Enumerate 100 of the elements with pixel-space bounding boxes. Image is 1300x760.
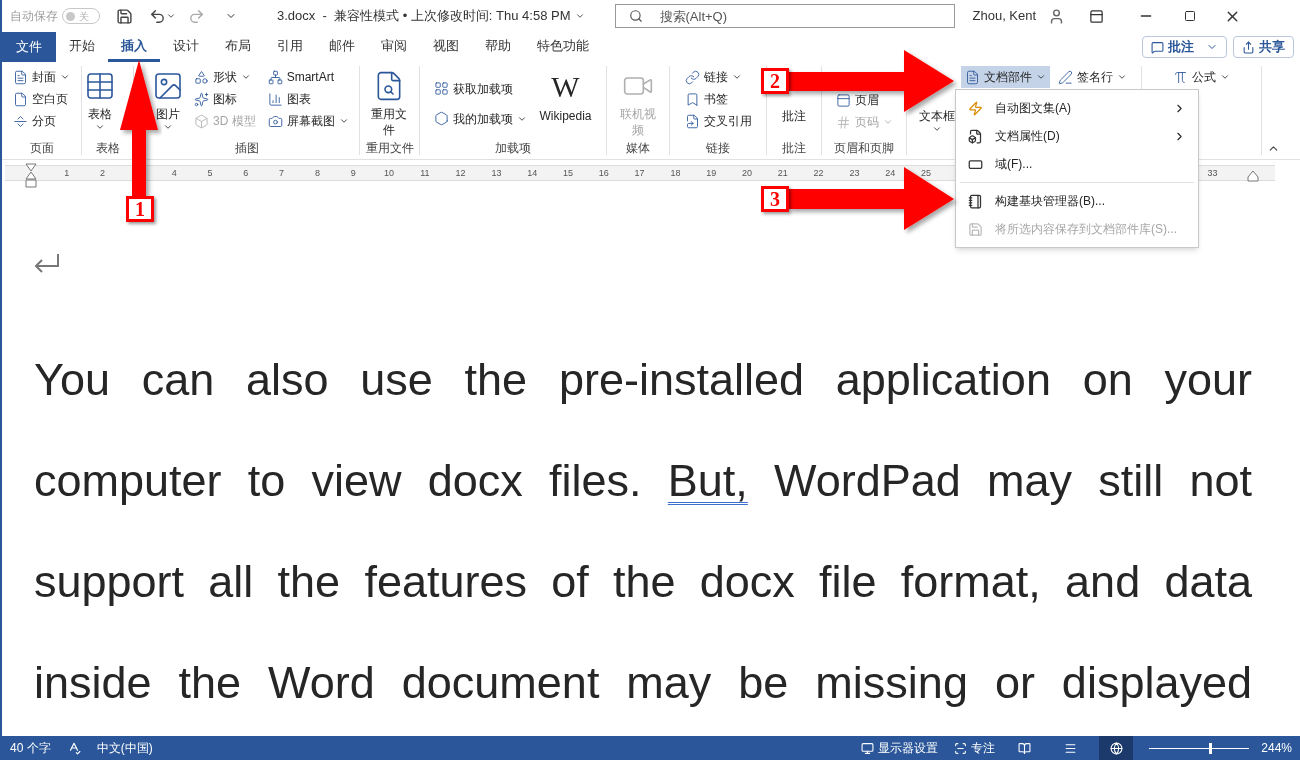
ribbon-button[interactable]: 我的加载项 (430, 107, 532, 130)
paragraph-line: support all the features of the docx file format, and data (34, 559, 1252, 604)
ribbon-button[interactable]: 链接 (680, 66, 756, 88)
ribbon-tab[interactable]: 特色功能 (524, 32, 602, 62)
bar-chart-icon (267, 91, 283, 107)
paragraph-line: You can also use the pre-installed application on your (34, 357, 1252, 402)
paragraph-line: computer to view docx files. But, WordPad may still not (34, 458, 1252, 503)
ribbon-button[interactable]: 图片 (150, 66, 186, 132)
ruler-number: 9 (350, 167, 356, 180)
shapes-icon (194, 69, 209, 85)
notebook-icon (968, 193, 983, 209)
ribbon-button[interactable]: 签名行 (1054, 66, 1131, 88)
ribbon-tab[interactable]: 设计 (160, 32, 212, 62)
ribbon-tab[interactable]: 帮助 (472, 32, 524, 62)
ruler-number: 2 (100, 167, 106, 180)
ribbon-tab[interactable]: 视图 (420, 32, 472, 62)
language[interactable]: 中文(中国) (96, 739, 153, 757)
ruler-number: 14 (527, 167, 538, 180)
share-button[interactable]: 共享 (1233, 36, 1294, 58)
ribbon-tab[interactable]: 插入 (108, 32, 160, 62)
ribbon-tab[interactable]: 审阅 (368, 32, 420, 62)
step-number: 3 (761, 186, 789, 212)
grid-icon (434, 81, 450, 96)
ribbon-button[interactable]: 文本框 (917, 100, 957, 134)
menu-item[interactable]: 域(F)... (956, 150, 1198, 178)
caret-icon (882, 117, 893, 127)
undo-icon[interactable] (149, 7, 166, 25)
comments-button[interactable]: 批注 (1142, 36, 1227, 58)
file-tab[interactable]: 文件 (2, 32, 56, 62)
ribbon-button[interactable]: 文档部件 (961, 66, 1050, 88)
ribbon-button[interactable]: 屏幕截图 (263, 110, 353, 132)
page-break-icon (13, 113, 28, 129)
ribbon-button[interactable]: 图标 (190, 88, 260, 110)
zoom-slider[interactable] (1149, 742, 1250, 754)
ruler-number: 17 (634, 167, 645, 180)
group-label: 媒体 (625, 141, 651, 155)
ribbon-tab[interactable]: 布局 (212, 32, 264, 62)
ribbon-button[interactable]: 交叉引用 (680, 110, 756, 132)
caret-icon (731, 72, 742, 82)
ribbon-button[interactable]: 形状 (190, 66, 260, 88)
ruler-number: 19 (706, 167, 717, 180)
ribbon-button[interactable]: 页眉 (831, 89, 897, 111)
ruler-number: 18 (670, 167, 681, 180)
menu-item[interactable]: 构建基块管理器(B)... (956, 187, 1198, 215)
step-number: 2 (761, 68, 789, 94)
ribbon-display-icon[interactable] (1089, 8, 1105, 24)
ribbon-button[interactable]: 图表 (263, 88, 353, 110)
zoom-level[interactable]: 244% (1261, 739, 1292, 757)
menu-item[interactable]: 文档属性(D) (956, 122, 1198, 150)
ribbon-button[interactable]: W Wikipedia (535, 66, 596, 124)
zoom-thumb[interactable] (1209, 742, 1213, 754)
ribbon-button[interactable]: 分页 (9, 110, 74, 132)
ribbon-tab[interactable]: 邮件 (316, 32, 368, 62)
group-label: 页面 (28, 141, 55, 155)
ribbon-button[interactable]: 公式 (1169, 66, 1234, 88)
search-field[interactable]: 搜索(Alt+Q) (614, 4, 955, 28)
ribbon-tab[interactable]: 开始 (56, 32, 108, 62)
focus-icon[interactable] (954, 741, 968, 755)
ruler-number: 1 (64, 167, 70, 180)
ruler-number: 5 (207, 167, 213, 180)
ribbon-button[interactable]: 表格 (82, 66, 118, 132)
ribbon-button[interactable]: 封面 (9, 66, 74, 88)
focus-mode[interactable]: 专注 (971, 739, 996, 757)
caret-icon (338, 116, 349, 126)
word-count[interactable]: 40 个字 (10, 739, 51, 757)
ruler-number: 12 (455, 167, 466, 180)
ruler-number: 11 (420, 167, 430, 180)
caret-icon[interactable] (574, 11, 585, 21)
user-name: Zhou, Kent (972, 7, 1037, 26)
web-layout-icon (1109, 741, 1123, 755)
share-icon (1242, 40, 1255, 54)
menu-item[interactable]: 自动图文集(A) (956, 94, 1198, 122)
ribbon-tab[interactable]: 引用 (264, 32, 316, 62)
lightning-icon (968, 100, 983, 116)
header-icon (835, 92, 851, 108)
group-label: 加载项 (494, 141, 532, 155)
view-button[interactable] (1099, 736, 1134, 760)
ribbon-button[interactable]: 书签 (680, 88, 756, 110)
ribbon-button[interactable]: 重用文件 (368, 66, 411, 138)
ruler-number: 15 (563, 167, 573, 180)
ribbon-button[interactable]: 获取加载项 (430, 77, 532, 100)
save-icon[interactable] (116, 7, 133, 25)
blank-page-icon (13, 91, 28, 107)
ribbon-button[interactable]: 空白页 (9, 88, 74, 110)
ruler-number: 22 (813, 167, 824, 180)
pi-icon (1173, 69, 1188, 85)
paragraph-line: inside the Word document may be missing or displayed (34, 660, 1252, 705)
group-label: 插图 (233, 141, 260, 155)
ruler-number: 4 (171, 167, 177, 180)
ribbon-button[interactable]: 批注 (780, 100, 808, 124)
caret-icon[interactable] (166, 11, 176, 21)
group-label: 批注 (781, 141, 807, 155)
ribbon-button[interactable]: SmartArt (263, 66, 353, 88)
display-settings[interactable]: 显示器设置 (878, 739, 939, 757)
link-icon (684, 69, 700, 85)
caret-icon (1117, 72, 1127, 82)
maximize-icon[interactable] (1184, 10, 1197, 22)
caret-icon (1036, 72, 1046, 82)
monitor-icon[interactable] (861, 741, 875, 755)
hash-icon (835, 114, 851, 130)
